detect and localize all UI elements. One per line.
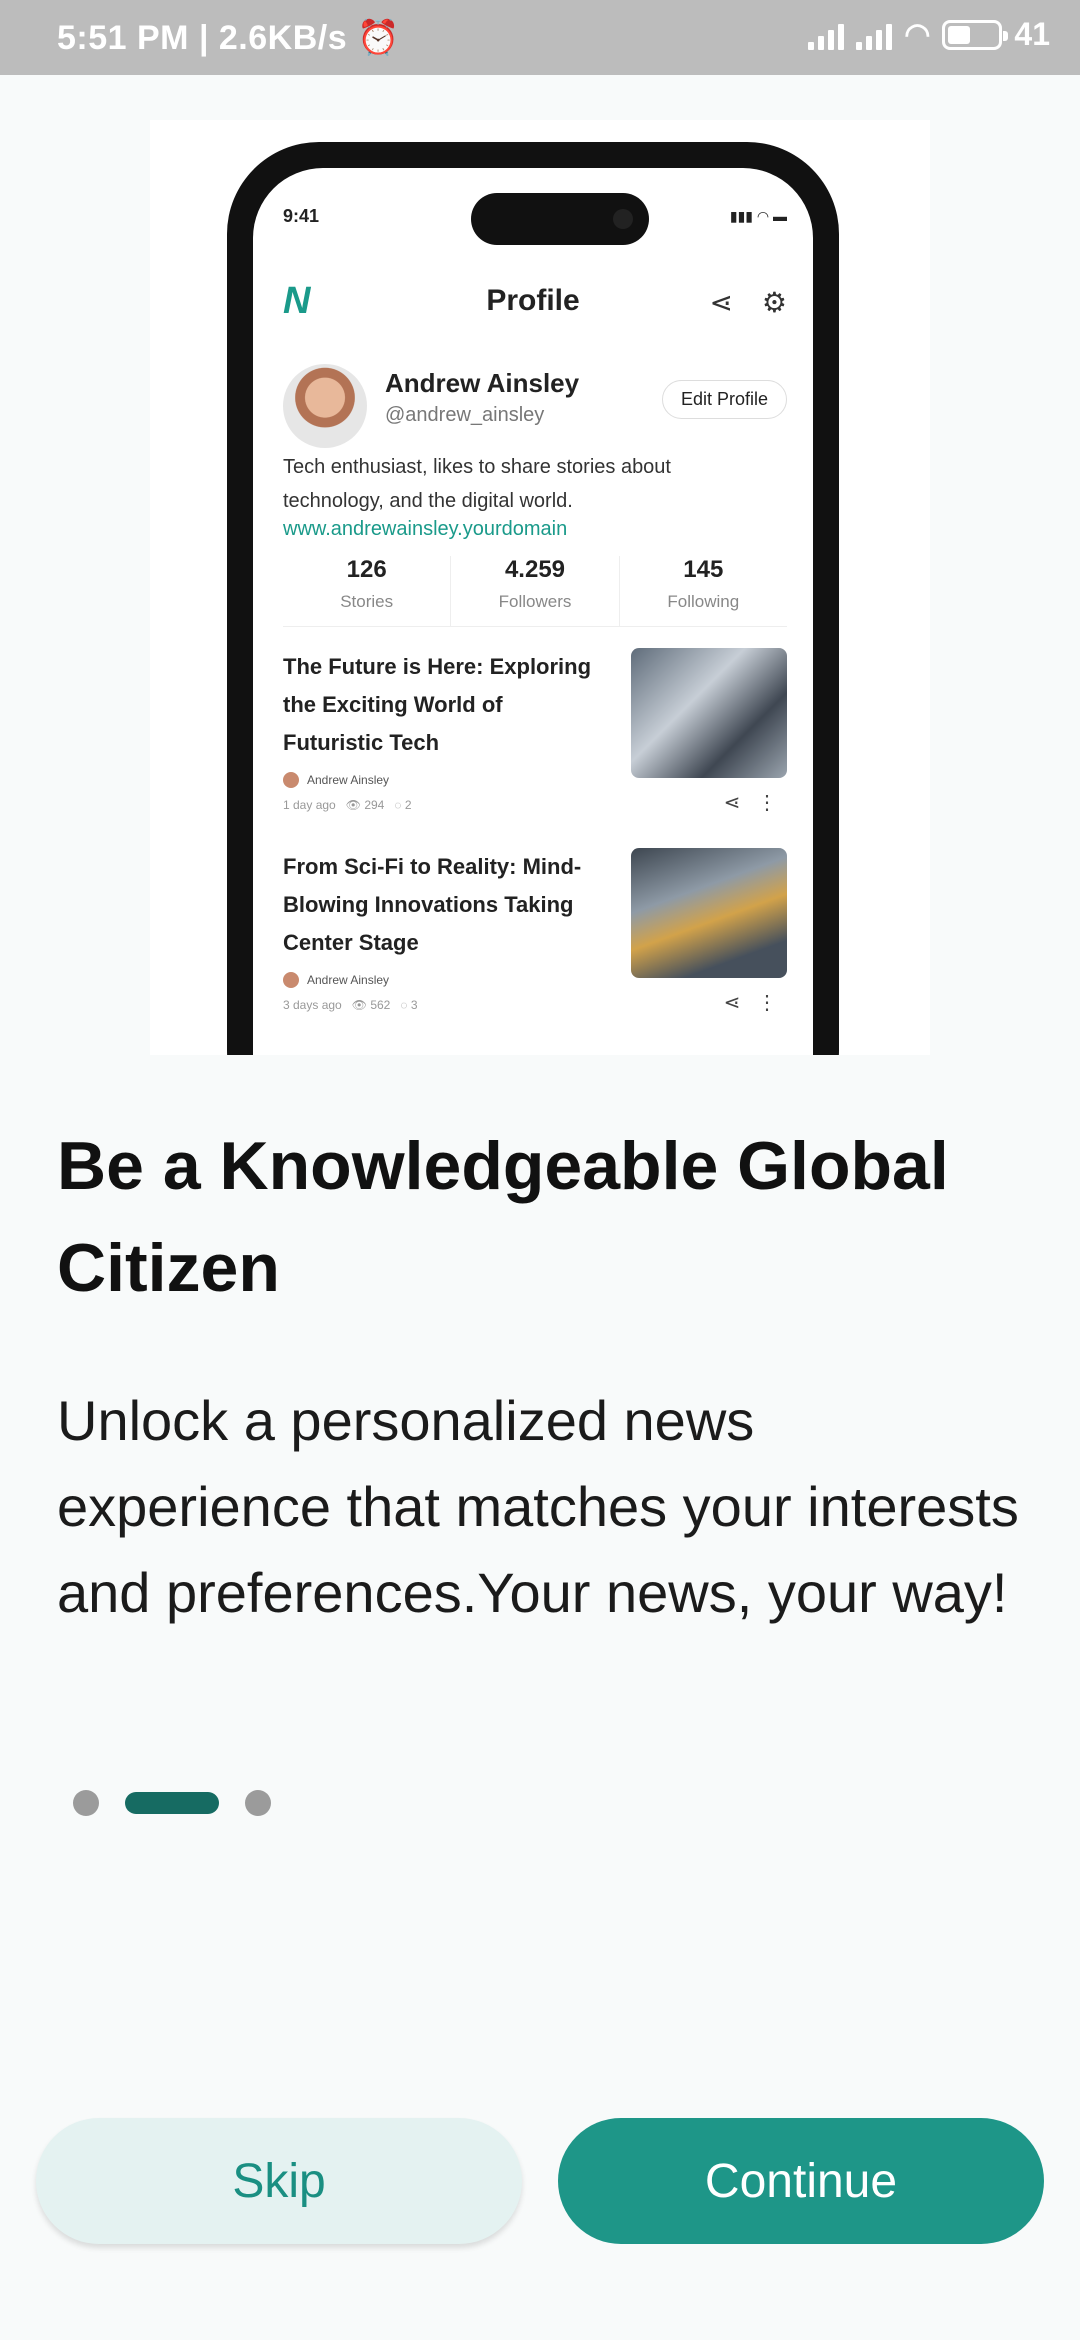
profile-handle: @andrew_ainsley [385,404,545,426]
profile-bio: Tech enthusiast, likes to share stories … [283,456,671,512]
status-time: 5:51 PM | 2.6KB/s [57,18,348,57]
phone-screen: 9:41 ▮▮▮ ◠ ▬ N Profile ⋖ ⚙ Andrew Ainsle… [253,168,813,1055]
mock-time: 9:41 [283,206,320,226]
continue-button[interactable]: Continue [558,2118,1044,2244]
onboarding-illustration: 9:41 ▮▮▮ ◠ ▬ N Profile ⋖ ⚙ Andrew Ainsle… [150,120,930,1055]
page-dot-1[interactable] [73,1790,99,1816]
article-card: The Future is Here: Exploring the Exciti… [283,648,787,848]
article-actions: ⋖ ⋮ [724,790,777,815]
article-card: From Sci-Fi to Reality: Mind-Blowing Inn… [283,848,787,1048]
article-title: The Future is Here: Exploring the Exciti… [283,654,592,755]
article-thumbnail [631,848,787,978]
article-comments: 2 [404,798,412,812]
alarm-icon: ⏰ [357,19,400,57]
avatar [283,364,367,448]
wifi-icon: ◠ [904,18,931,51]
stat-label: Following [667,592,740,611]
article-author-name: Andrew Ainsley [307,973,390,987]
article-meta: 1 day ago 👁 294 ◌ 2 [283,798,412,812]
edit-profile-button: Edit Profile [661,380,787,419]
status-time-network: 5:51 PM | 2.6KB/s ⏰ [57,18,400,58]
stat-value: 4.259 [504,556,566,583]
stat-value: 126 [346,556,387,583]
article-meta: 3 days ago 👁 562 ◌ 3 [283,998,418,1012]
skip-button[interactable]: Skip [36,2118,522,2244]
signal-icon [808,20,845,50]
phone-frame: 9:41 ▮▮▮ ◠ ▬ N Profile ⋖ ⚙ Andrew Ainsle… [227,142,839,1055]
battery-percent: 41 [1014,16,1050,52]
status-icons: ◠ 41 [808,16,1050,53]
author-avatar [283,972,299,988]
article-thumbnail [631,648,787,778]
mock-status-icons: ▮▮▮ ◠ ▬ [729,208,787,224]
eye-icon: 👁 [345,798,361,812]
stat-following: 145 Following [620,556,787,626]
profile-stats: 126 Stories 4.259 Followers 145 Followin… [283,556,787,627]
share-icon: ⋖ [709,287,733,318]
signal-icon-2 [856,20,893,50]
page-dot-3[interactable] [245,1790,271,1816]
more-icon: ⋮ [757,992,777,1014]
article-time: 3 days ago [283,998,342,1012]
article-author: Andrew Ainsley [283,972,389,988]
page-indicator [73,1790,271,1816]
stat-followers: 4.259 Followers [451,556,620,626]
comment-icon: ◌ [394,798,402,812]
dynamic-island [471,193,649,245]
article-actions: ⋖ ⋮ [724,990,777,1015]
article-views: 562 [370,998,391,1012]
stat-stories: 126 Stories [283,556,452,626]
article-author: Andrew Ainsley [283,772,389,788]
article-author-name: Andrew Ainsley [307,773,390,787]
onboarding-headline: Be a Knowledgeable Global Citizen [57,1128,949,1306]
battery-icon [942,19,1009,50]
eye-icon: 👁 [351,998,367,1012]
page-dot-2-active[interactable] [125,1792,219,1814]
stat-label: Followers [498,592,572,611]
profile-name: Andrew Ainsley [385,368,580,398]
status-bar: 5:51 PM | 2.6KB/s ⏰ ◠ 41 [0,0,1080,75]
article-time: 1 day ago [283,798,336,812]
article-views: 294 [364,798,385,812]
more-icon: ⋮ [757,792,777,814]
gear-icon: ⚙ [761,287,787,318]
mock-header: N Profile ⋖ ⚙ [253,268,813,338]
article-title: From Sci-Fi to Reality: Mind-Blowing Inn… [283,854,582,955]
stat-value: 145 [683,556,724,583]
article-comments: 3 [410,998,418,1012]
stat-label: Stories [340,592,394,611]
share-icon: ⋖ [723,792,741,814]
profile-link: www.andrewainsley.yourdomain [283,518,568,540]
comment-icon: ◌ [400,998,408,1012]
onboarding-description: Unlock a personalized news experience th… [57,1389,1019,1624]
share-icon: ⋖ [723,992,741,1014]
author-avatar [283,772,299,788]
